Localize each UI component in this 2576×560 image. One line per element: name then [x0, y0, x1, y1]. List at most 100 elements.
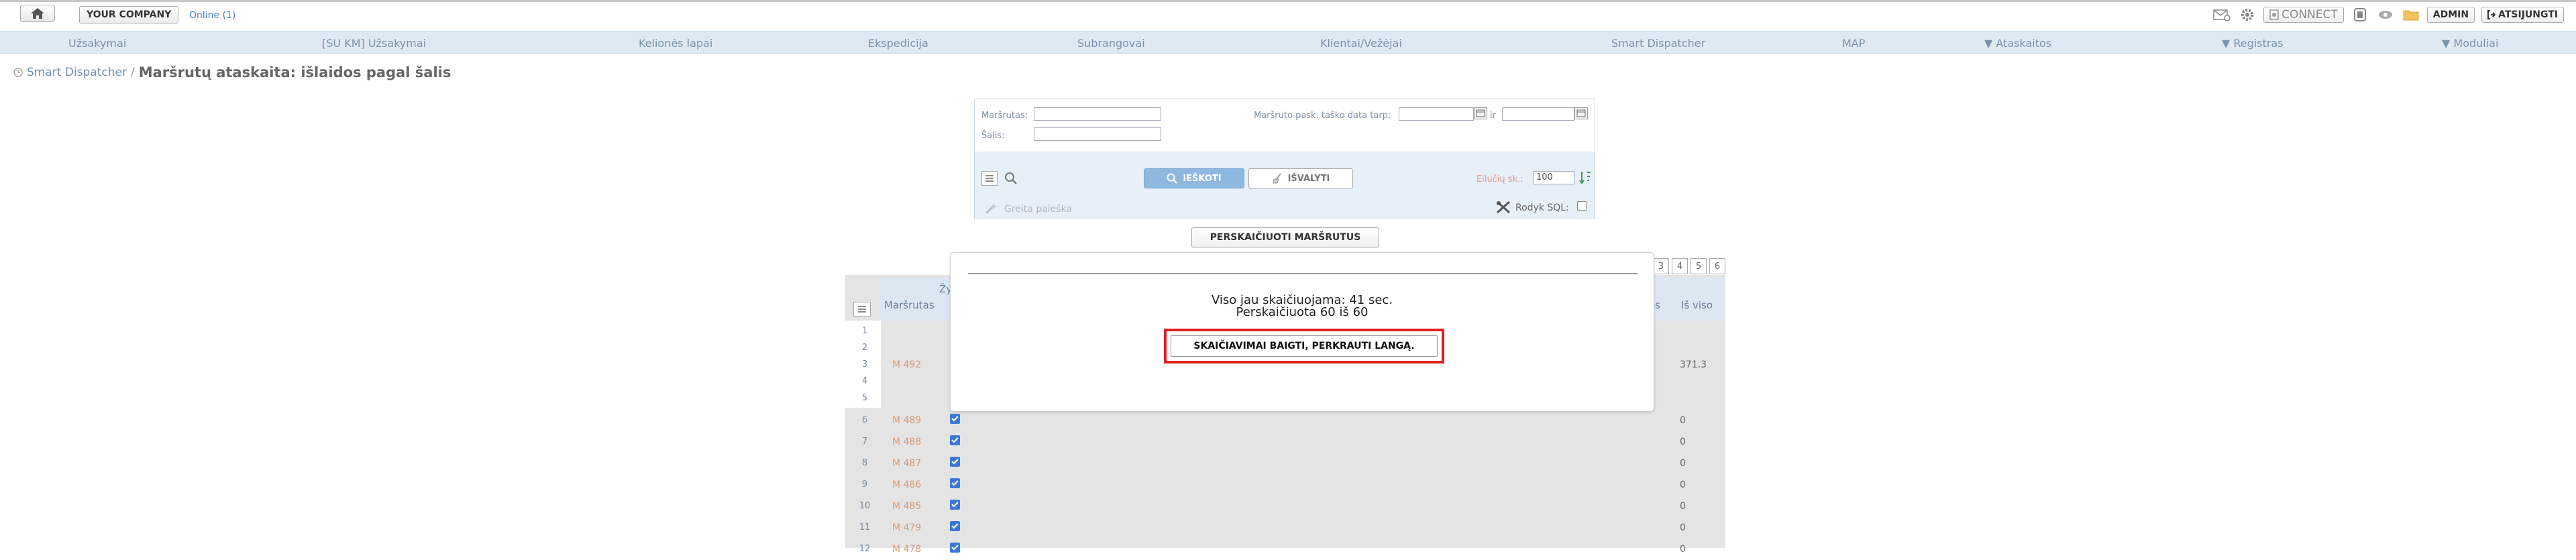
- monitor-icon[interactable]: [2351, 6, 2369, 23]
- nav-item-registry[interactable]: ▼ Registras: [2222, 37, 2284, 50]
- row-checkbox[interactable]: [950, 457, 960, 467]
- date-to-input[interactable]: [1502, 107, 1574, 121]
- column-header-route[interactable]: Maršrutas: [884, 299, 934, 311]
- clear-button[interactable]: IŠVALYTI: [1248, 168, 1353, 188]
- table-row[interactable]: 6 M 489 0: [845, 410, 1725, 431]
- route-link[interactable]: M 486: [892, 480, 921, 490]
- nav-item-reports[interactable]: ▼ Ataskaitos: [1984, 37, 2051, 50]
- page-title: Maršrutų ataskaita: išlaidos pagal šalis: [138, 64, 451, 80]
- check-icon: [951, 523, 959, 529]
- country-label: Šalis:: [981, 131, 1005, 141]
- date-to-picker-button[interactable]: [1574, 107, 1588, 119]
- table-row[interactable]: 8 M 487 0: [845, 453, 1725, 474]
- table-row[interactable]: 9 M 486 0: [845, 474, 1725, 496]
- table-row[interactable]: 11 M 479 0: [845, 517, 1725, 539]
- row-checkbox[interactable]: [950, 478, 960, 488]
- row-total: 0: [1680, 501, 1686, 512]
- nav-item-orders-km[interactable]: [SU KM] Užsakymai: [322, 37, 426, 50]
- finish-reload-button[interactable]: SKAIČIAVIMAI BAIGTI, PERKRAUTI LANGĄ.: [1171, 335, 1438, 357]
- row-number: 2: [861, 343, 868, 353]
- pager-page-4[interactable]: 4: [1672, 258, 1688, 274]
- route-link[interactable]: M 479: [892, 522, 921, 533]
- row-checkbox[interactable]: [950, 414, 960, 424]
- row-checkbox[interactable]: [950, 500, 960, 510]
- table-row[interactable]: 7 M 488 0: [845, 431, 1725, 453]
- row-total: 0: [1680, 437, 1686, 447]
- row-total: 0: [1680, 458, 1686, 469]
- home-button[interactable]: [20, 5, 55, 22]
- column-header-total[interactable]: Iš viso: [1681, 299, 1713, 311]
- connect-button[interactable]: CONNECT: [2263, 7, 2344, 23]
- nav-item-subcontractors[interactable]: Subrangovai: [1077, 37, 1145, 50]
- sort-icon[interactable]: [1578, 170, 1592, 185]
- show-sql-checkbox[interactable]: [1577, 201, 1587, 211]
- date-from-picker-button[interactable]: [1474, 107, 1487, 119]
- home-icon: [31, 8, 44, 19]
- filter-fields: Maršrutas: Šalis: Maršruto pask. taško d…: [975, 99, 1595, 152]
- connect-label: CONNECT: [2282, 8, 2338, 21]
- logout-button[interactable]: ATSIJUNGTI: [2481, 7, 2564, 23]
- route-link[interactable]: M 487: [892, 458, 921, 469]
- online-users-link[interactable]: Online (1): [189, 10, 235, 21]
- filter-panel: Maršrutas: Šalis: Maršruto pask. taško d…: [974, 99, 1595, 219]
- breadcrumb-separator: /: [130, 66, 135, 79]
- route-link[interactable]: M 478: [892, 544, 921, 555]
- route-link[interactable]: M 489: [892, 415, 921, 426]
- pager-page-5[interactable]: 5: [1690, 258, 1707, 274]
- folder-icon[interactable]: [2402, 6, 2420, 23]
- row-number: 3: [861, 359, 868, 370]
- recalculation-progress-dialog: Viso jau skaičiuojama: 41 sec. Perskaiči…: [950, 252, 1654, 412]
- nav-item-clients-carriers[interactable]: Klientai/Vežėjai: [1320, 37, 1402, 50]
- nav-item-smart-dispatcher[interactable]: Smart Dispatcher: [1611, 37, 1705, 50]
- advanced-search-button[interactable]: [1003, 171, 1019, 186]
- breadcrumb-link-smart-dispatcher[interactable]: Smart Dispatcher: [27, 66, 127, 79]
- admin-button[interactable]: ADMIN: [2426, 7, 2475, 23]
- zoom-icon: [1005, 172, 1017, 184]
- row-checkbox[interactable]: [950, 435, 960, 445]
- country-input[interactable]: [1034, 127, 1161, 141]
- top-bar-right-tools: CONNECT ADMIN ATSIJUNGTI: [2212, 6, 2564, 23]
- nav-item-map[interactable]: MAP: [1842, 37, 1865, 50]
- date-and-label: ir: [1490, 111, 1496, 121]
- gear-icon[interactable]: [2238, 6, 2257, 23]
- rows-count-label: Eilučių sk.:: [1477, 174, 1523, 184]
- table-row[interactable]: 10 M 485 0: [845, 496, 1725, 517]
- route-link[interactable]: M 488: [892, 437, 921, 447]
- route-link[interactable]: M 492: [892, 359, 921, 370]
- row-total: 0: [1680, 480, 1686, 490]
- nav-item-expedition[interactable]: Ekspedicija: [868, 37, 928, 50]
- row-number: 10: [859, 501, 871, 511]
- table-menu-button[interactable]: [853, 302, 871, 317]
- calendar-icon: [1576, 109, 1586, 117]
- nav-item-modules[interactable]: ▼ Moduliai: [2442, 37, 2498, 50]
- quick-search-link[interactable]: Greita paieška: [1004, 204, 1072, 215]
- search-button[interactable]: IEŠKOTI: [1144, 168, 1244, 188]
- check-icon: [951, 459, 959, 465]
- row-number: 6: [861, 415, 868, 425]
- messages-icon[interactable]: [2212, 6, 2231, 23]
- company-button[interactable]: YOUR COMPANY: [79, 6, 179, 23]
- calendar-icon: [1476, 109, 1485, 117]
- row-number: 8: [861, 458, 868, 468]
- row-number: 12: [859, 544, 871, 554]
- route-link[interactable]: M 485: [892, 501, 921, 512]
- row-checkbox[interactable]: [950, 521, 960, 531]
- nav-item-trip-sheets[interactable]: Kelionės lapai: [639, 37, 712, 50]
- chat-icon[interactable]: [2376, 6, 2395, 23]
- list-icon: [858, 306, 866, 313]
- recalculate-routes-button[interactable]: PERSKAIČIUOTI MARŠRUTUS: [1191, 227, 1379, 247]
- columns-menu-button[interactable]: [981, 171, 998, 186]
- table-row[interactable]: 12 M 478 0: [845, 539, 1725, 560]
- check-icon: [951, 502, 959, 508]
- row-number: 11: [859, 522, 871, 533]
- check-icon: [951, 480, 959, 486]
- progress-count-text: Perskaičiuota 60 iš 60: [1236, 305, 1368, 319]
- pager-page-6[interactable]: 6: [1709, 258, 1725, 274]
- pager-page-3[interactable]: 3: [1653, 258, 1669, 274]
- route-input[interactable]: [1034, 107, 1161, 121]
- rows-count-input[interactable]: 100: [1533, 171, 1574, 184]
- date-from-input[interactable]: [1399, 107, 1474, 121]
- nav-item-orders[interactable]: Užsakymai: [68, 37, 126, 50]
- top-bar: YOUR COMPANY Online (1) CONNECT ADMIN AT…: [0, 2, 2576, 29]
- dialog-divider: [968, 273, 1638, 274]
